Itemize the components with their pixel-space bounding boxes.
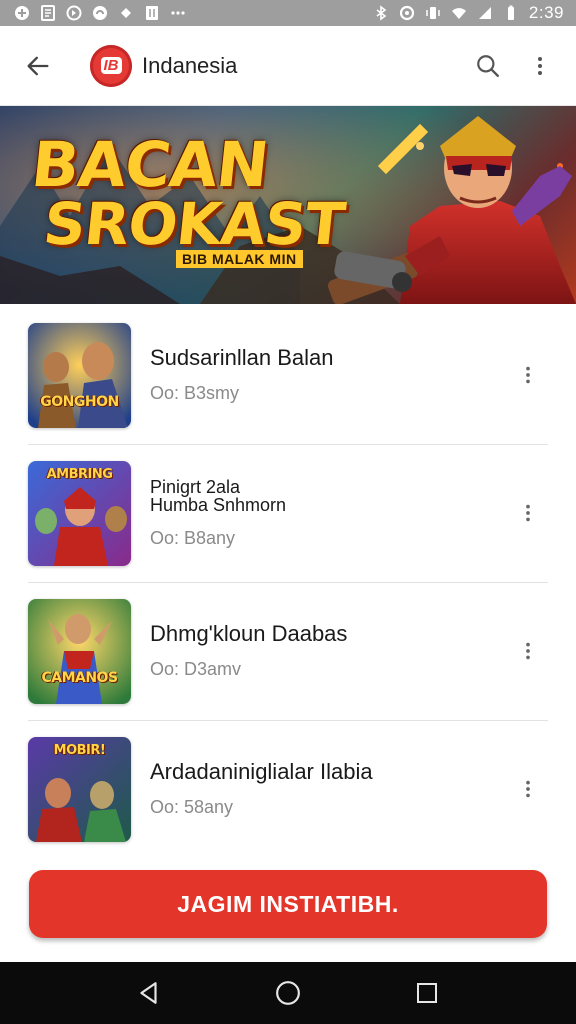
system-nav-bar: [0, 962, 576, 1024]
status-bar-right: 2:39: [373, 3, 564, 23]
banner-subtitle: BIB MALAK MIN: [176, 250, 303, 268]
app-bar: IB Indanesia: [0, 26, 576, 106]
status-bar: 2:39: [0, 0, 576, 26]
vpn-icon: [14, 5, 30, 21]
nav-recents-icon: [416, 983, 437, 1003]
bluetooth-icon: [373, 5, 389, 21]
nav-back-icon: [140, 982, 157, 1004]
item-text: Pinigrt 2ala Humba Snhmorn Oo: B8any: [150, 478, 506, 549]
more-vert-icon: [538, 56, 542, 75]
item-title-line2: Humba Snhmorn: [150, 494, 287, 515]
list-item[interactable]: GONGHON Sudsarinllan Balan Oo: B3smy: [0, 306, 576, 444]
sim-icon: [144, 5, 160, 21]
list-item[interactable]: AMBRING Pinigrt 2ala Humba Snhmorn Oo: B…: [0, 444, 576, 582]
list-item[interactable]: MOBIR! Ardadaniniglialar Ilabia Oo: 58an…: [0, 720, 576, 858]
item-meta: Oo: D3amv: [150, 659, 242, 680]
item-meta: Oo: B3smy: [150, 383, 240, 404]
thumbnail-label: AMBRING: [46, 466, 113, 482]
item-more-button[interactable]: [506, 353, 550, 397]
item-title: Dhmg'kloun Daabas: [150, 620, 348, 646]
game-thumbnail: CAMANOS: [28, 598, 131, 704]
thumbnail-label: GONGHON: [40, 393, 119, 410]
game-thumbnail: MOBIR!: [28, 736, 131, 842]
nav-home-button[interactable]: [260, 965, 316, 1021]
sync-icon: [399, 5, 415, 21]
featured-banner[interactable]: BACAN SROKAST BIB MALAK MIN: [0, 106, 576, 304]
game-thumbnail: AMBRING: [28, 460, 131, 566]
list-item[interactable]: CAMANOS Dhmg'kloun Daabas Oo: D3amv: [0, 582, 576, 720]
thumbnail-label: MOBIR!: [53, 742, 106, 758]
more-vert-icon: [526, 366, 530, 384]
wifi-icon: [451, 5, 467, 21]
search-button[interactable]: [462, 40, 514, 92]
back-button[interactable]: [12, 40, 64, 92]
nav-recents-button[interactable]: [399, 965, 455, 1021]
item-text: Ardadaniniglialar Ilabia Oo: 58any: [150, 760, 506, 818]
banner-title-line2: SROKAST: [40, 190, 348, 258]
app-icon: [66, 5, 82, 21]
game-list: GONGHON Sudsarinllan Balan Oo: B3smy AMB…: [0, 306, 576, 858]
app-bar-actions: [462, 40, 566, 92]
more-vert-icon: [526, 642, 530, 660]
search-icon: [477, 54, 499, 77]
item-meta: Oo: B8any: [150, 527, 236, 548]
overflow-menu-button[interactable]: [514, 40, 566, 92]
vibrate-icon: [425, 5, 441, 21]
app-icon-2: [92, 5, 108, 21]
more-notifications-icon: [170, 5, 186, 21]
brand-logo: IB: [90, 44, 132, 87]
item-text: Dhmg'kloun Daabas Oo: D3amv: [150, 622, 506, 680]
status-bar-left: [14, 5, 186, 21]
item-more-button[interactable]: [506, 491, 550, 535]
item-title-line1: Pinigrt 2ala: [150, 476, 241, 497]
status-time: 2:39: [528, 3, 564, 22]
signal-icon: [477, 5, 493, 21]
app-title: Indanesia: [142, 52, 238, 78]
notification-icon: [40, 5, 56, 21]
install-button[interactable]: JAGIM INSTIATIBH.: [29, 870, 547, 938]
game-thumbnail: GONGHON: [28, 322, 131, 428]
item-meta: Oo: 58any: [150, 797, 234, 818]
item-text: Sudsarinllan Balan Oo: B3smy: [150, 346, 506, 404]
item-title: Ardadaniniglialar Ilabia: [150, 758, 373, 784]
thumbnail-label: CAMANOS: [41, 669, 118, 686]
brand-logo-text: IB: [100, 57, 122, 74]
nav-back-button[interactable]: [121, 965, 177, 1021]
nav-home-icon: [276, 981, 300, 1005]
battery-icon: [503, 5, 519, 21]
more-vert-icon: [526, 504, 530, 522]
item-more-button[interactable]: [506, 629, 550, 673]
item-title: Sudsarinllan Balan: [150, 344, 334, 370]
arrow-left-icon: [27, 56, 49, 75]
more-vert-icon: [526, 780, 530, 798]
dot-icon: [118, 5, 134, 21]
item-more-button[interactable]: [506, 767, 550, 811]
